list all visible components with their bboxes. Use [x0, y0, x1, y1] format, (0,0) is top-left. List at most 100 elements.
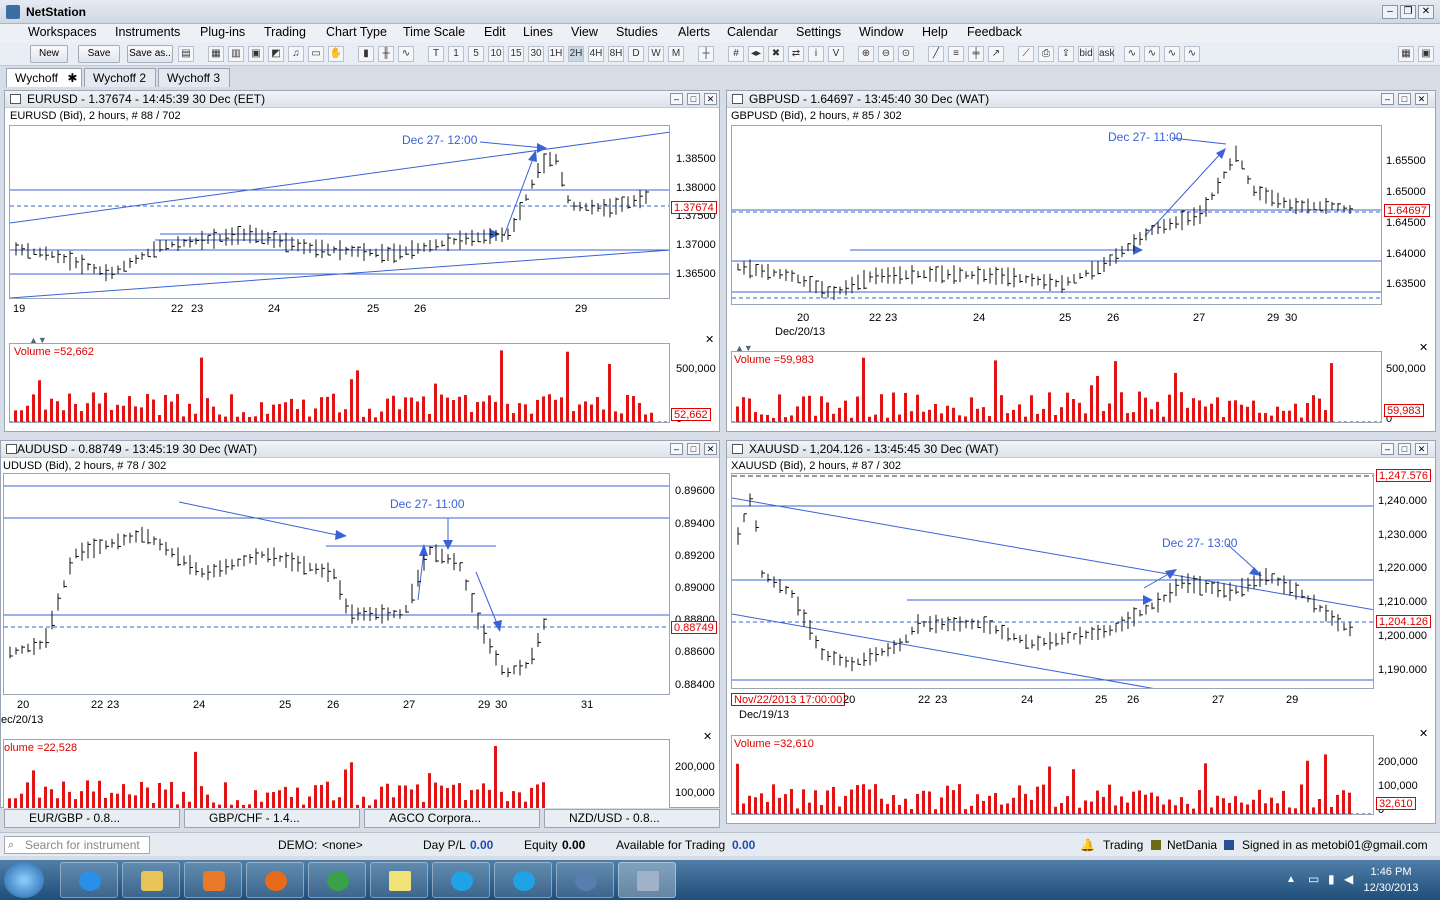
menu-chart-type[interactable]: Chart Type [326, 25, 387, 39]
indicator-icon-1[interactable]: ∿ [1124, 46, 1140, 62]
tf-30[interactable]: 30 [528, 46, 544, 62]
bell-icon[interactable]: ♫ [288, 46, 304, 62]
menu-alerts[interactable]: Alerts [678, 25, 710, 39]
menu-time-scale[interactable]: Time Scale [403, 25, 465, 39]
close-icon[interactable]: ✕ [704, 93, 717, 105]
tf-1[interactable]: 1 [448, 46, 464, 62]
mini-window-agco[interactable]: AGCO Corpora... [364, 809, 540, 828]
tf-8h[interactable]: 8H [608, 46, 624, 62]
volume-icon[interactable]: V [828, 46, 844, 62]
minimize-icon[interactable]: – [670, 93, 683, 105]
menu-plugins[interactable]: Plug-ins [200, 25, 245, 39]
menu-feedback[interactable]: Feedback [967, 25, 1022, 39]
chart-window-icon[interactable]: ◩ [268, 46, 284, 62]
tile-icon[interactable]: ▦ [1398, 46, 1414, 62]
demo-value[interactable]: <none> [322, 838, 363, 852]
crosshair-icon[interactable]: ┼ [698, 46, 714, 62]
print-chart-icon[interactable]: ⎙ [1038, 46, 1054, 62]
table-icon[interactable]: ▥ [228, 46, 244, 62]
tf-4h[interactable]: 4H [588, 46, 604, 62]
ask-button[interactable]: ask [1098, 46, 1115, 62]
layout-icon[interactable]: ▤ [178, 46, 194, 62]
save-as-button[interactable]: Save as.. [127, 45, 173, 63]
minimize-icon[interactable]: – [670, 443, 683, 455]
menu-window[interactable]: Window [859, 25, 903, 39]
bell-icon[interactable]: 🔔 [1080, 838, 1095, 852]
menu-studies[interactable]: Studies [616, 25, 658, 39]
mini-window-gbpchf[interactable]: GBP/CHF - 1.4... [184, 809, 360, 828]
zoom-in-icon[interactable]: ⊕ [858, 46, 874, 62]
close-study-icon[interactable]: ✕ [1419, 727, 1428, 740]
indicator-icon-3[interactable]: ∿ [1164, 46, 1180, 62]
chrome-taskbar-button[interactable] [308, 862, 366, 898]
volume-chart[interactable]: olume =22,528 [3, 739, 670, 809]
export-icon[interactable]: ⇪ [1058, 46, 1074, 62]
close-icon[interactable]: ✕ [1418, 5, 1434, 19]
maximize-icon[interactable]: □ [1398, 93, 1411, 105]
menu-trading[interactable]: Trading [264, 25, 306, 39]
clock-time[interactable]: 1:46 PM [1356, 866, 1426, 878]
start-button[interactable] [4, 862, 44, 898]
indicator-icon-2[interactable]: ∿ [1144, 46, 1160, 62]
tab-wychoff[interactable]: Wychoff ✱ [6, 68, 82, 87]
speaker-icon[interactable]: ◀ [1344, 872, 1353, 886]
menu-calendar[interactable]: Calendar [727, 25, 778, 39]
menu-help[interactable]: Help [922, 25, 948, 39]
indicator-icon-4[interactable]: ∿ [1184, 46, 1200, 62]
line-chart-icon[interactable]: ∿ [398, 46, 414, 62]
volume-chart[interactable]: Volume =59,983 [731, 351, 1382, 423]
tf-10[interactable]: 10 [488, 46, 504, 62]
close-study-icon[interactable]: ✕ [1419, 341, 1428, 354]
minimize-icon[interactable]: – [1381, 443, 1394, 455]
tf-2h[interactable]: 2H [568, 46, 584, 62]
image-icon[interactable]: ▣ [248, 46, 264, 62]
bars-icon[interactable]: ╫ [378, 46, 394, 62]
price-chart[interactable]: Dec 27- 13:00 [731, 473, 1374, 689]
maximize-icon[interactable]: □ [687, 93, 700, 105]
menu-lines[interactable]: Lines [523, 25, 553, 39]
price-chart[interactable]: Dec 27- 12:00 [9, 125, 670, 299]
hand-icon[interactable]: ✋ [328, 46, 344, 62]
thunderbird-taskbar-button[interactable] [556, 862, 614, 898]
close-study-icon[interactable]: ✕ [703, 730, 712, 743]
new-button[interactable]: New [30, 45, 68, 63]
restore-icon[interactable]: ❐ [1400, 5, 1416, 19]
tf-5[interactable]: 5 [468, 46, 484, 62]
media-player-taskbar-button[interactable] [184, 862, 242, 898]
volume-chart[interactable]: Volume =32,610 [731, 735, 1374, 815]
close-icon[interactable]: ✕ [704, 443, 717, 455]
scroll-icon[interactable]: ◂▸ [748, 46, 764, 62]
candles-icon[interactable]: ▮ [358, 46, 374, 62]
zoom-reset-icon[interactable]: ⊙ [898, 46, 914, 62]
arrow-tool-icon[interactable]: ↗ [988, 46, 1004, 62]
tf-t[interactable]: T [428, 46, 444, 62]
menu-edit[interactable]: Edit [484, 25, 506, 39]
grid-lines-icon[interactable]: # [728, 46, 744, 62]
tray-monitor-icon[interactable]: ▭ [1308, 872, 1319, 886]
save-button[interactable]: Save [78, 45, 120, 63]
info-icon[interactable]: i [808, 46, 824, 62]
tf-m[interactable]: M [668, 46, 684, 62]
minimize-icon[interactable]: – [1382, 5, 1398, 19]
fib-icon[interactable]: ≡ [948, 46, 964, 62]
tab-wychoff-2[interactable]: Wychoff 2 [84, 68, 156, 87]
netstation-taskbar-button[interactable] [618, 862, 676, 898]
maximize-icon[interactable]: □ [687, 443, 700, 455]
price-chart[interactable]: Dec 27- 11:00 [731, 125, 1382, 305]
close-study-icon[interactable]: ✕ [705, 333, 714, 346]
ie-taskbar-button[interactable] [60, 862, 118, 898]
tf-w[interactable]: W [648, 46, 664, 62]
draw-line-icon[interactable]: ⟋ [1018, 46, 1034, 62]
stop-icon[interactable]: ✖ [768, 46, 784, 62]
tab-wychoff-3[interactable]: Wychoff 3 [158, 68, 230, 87]
skype-2-taskbar-button[interactable] [494, 862, 552, 898]
firefox-taskbar-button[interactable] [246, 862, 304, 898]
menu-instruments[interactable]: Instruments [115, 25, 180, 39]
menu-settings[interactable]: Settings [796, 25, 841, 39]
search-input[interactable]: Search for instrument [4, 836, 150, 854]
volume-chart[interactable]: Volume =52,662 [9, 343, 670, 423]
bid-button[interactable]: bid [1078, 46, 1094, 62]
skype-taskbar-button[interactable] [432, 862, 490, 898]
notes-taskbar-button[interactable] [370, 862, 428, 898]
tf-15[interactable]: 15 [508, 46, 524, 62]
